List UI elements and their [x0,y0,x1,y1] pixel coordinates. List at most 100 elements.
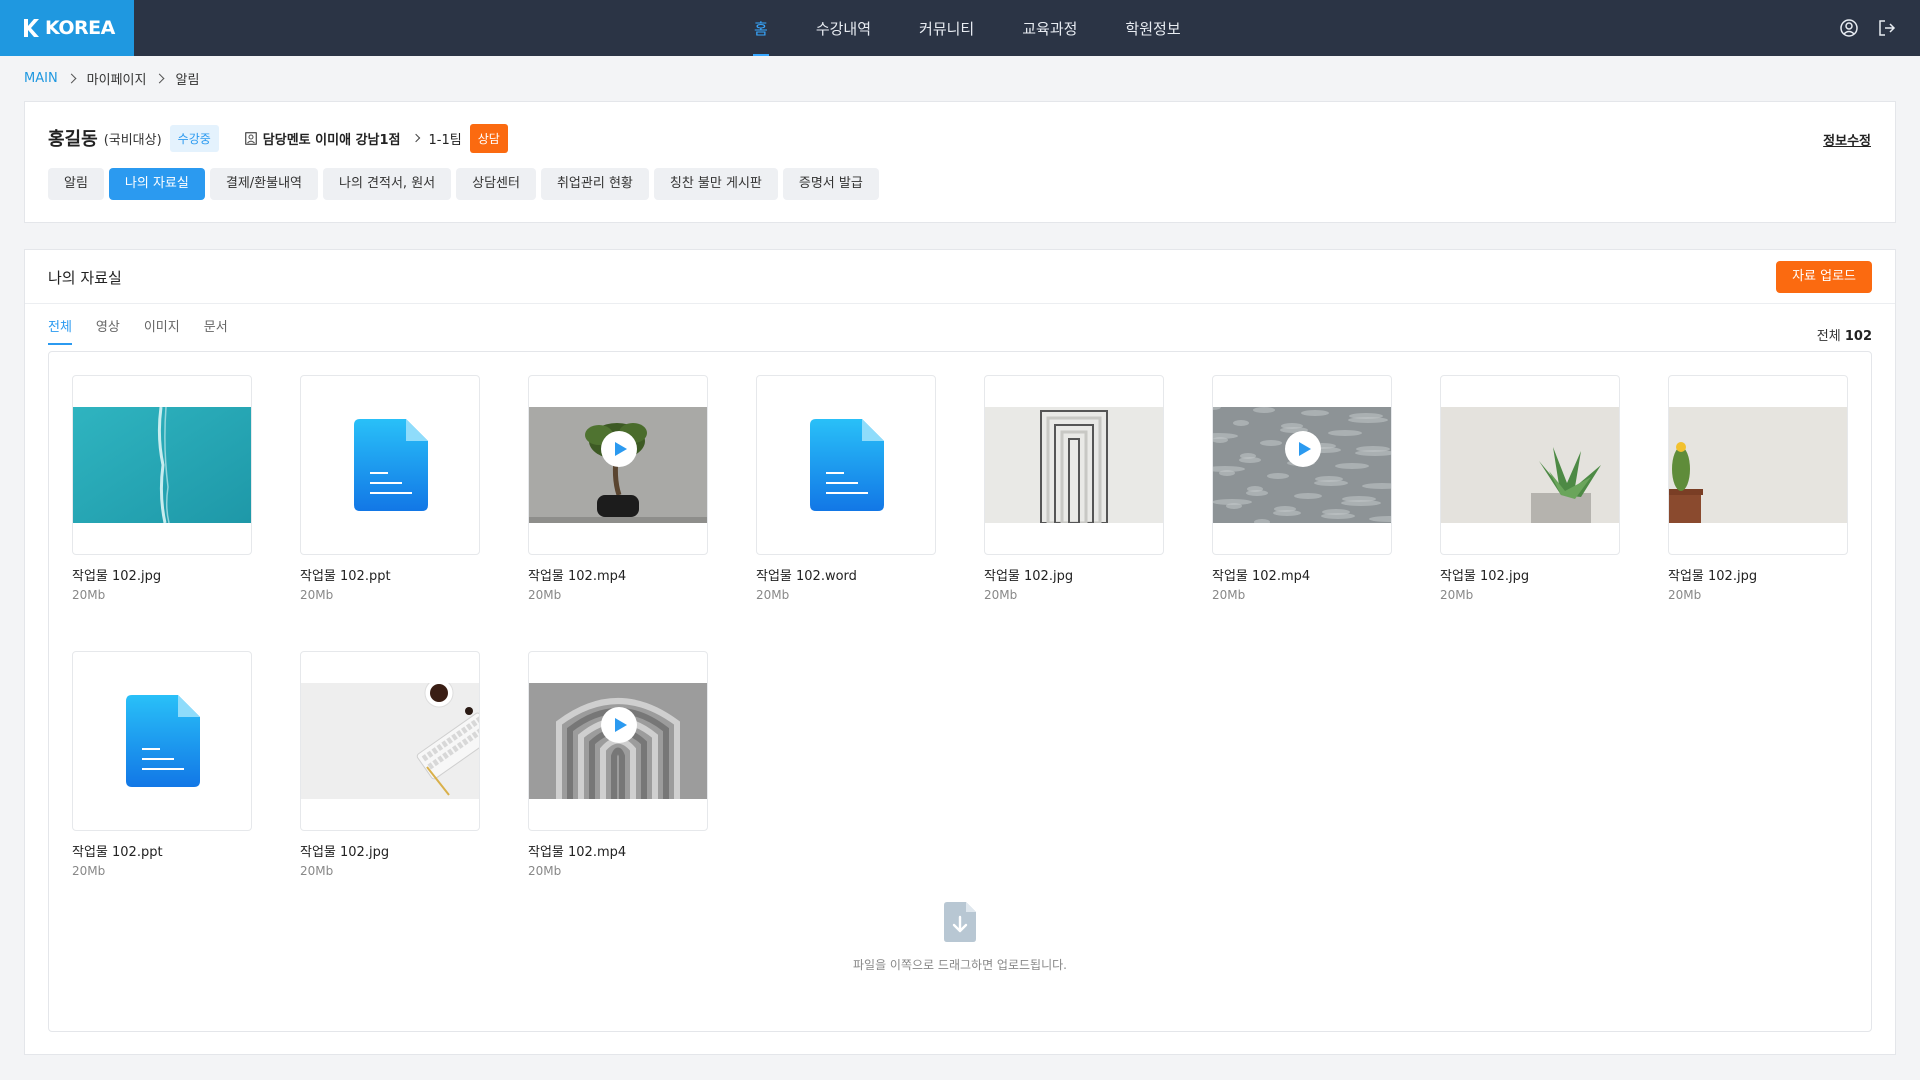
file-size: 20Mb [300,864,334,878]
file-size: 20Mb [528,588,562,602]
file-name: 작업물 102.jpg [984,569,1074,584]
user-info-row: 홍길동 (국비대상) 수강중 담당멘토 이미애 강남1점 1-1팀 상담 [48,123,508,153]
file-size: 20Mb [72,864,106,878]
breadcrumb-mypage[interactable]: 마이페이지 [87,69,147,88]
file-card[interactable]: 작업물 102.mp4 20Mb [1212,375,1392,602]
upload-button[interactable]: 자료 업로드 [1776,261,1872,293]
file-size: 20Mb [300,588,334,602]
file-card[interactable]: 작업물 102.jpg 20Mb [72,375,252,602]
file-name: 작업물 102.mp4 [1212,569,1311,584]
filter-tab[interactable]: 문서 [204,316,228,345]
mypage-tab[interactable]: 나의 자료실 [108,168,205,200]
chevron-right-icon [411,133,420,143]
file-name: 작업물 102.jpg [300,845,390,860]
file-thumbnail[interactable] [984,375,1164,555]
nav-item[interactable]: 홈 [730,0,792,56]
chevron-right-icon [66,73,77,83]
file-thumbnail[interactable] [300,651,480,831]
file-name: 작업물 102.ppt [300,569,391,584]
file-card[interactable]: 작업물 102.mp4 20Mb [528,375,708,602]
mypage-tab[interactable]: 결제/환불내역 [209,168,318,200]
mypage-tabs: 알림 나의 자료실 결제/환불내역 나의 견적서, 원서 상담센터 취업관리 현황 칭찬 불… [48,168,879,200]
filter-tab[interactable]: 영상 [96,316,120,345]
mentor-info: 담당멘토 이미애 강남1점 [262,132,401,148]
brand-name: KOREA [45,17,115,39]
play-icon[interactable] [1285,431,1321,467]
file-thumbnail[interactable] [72,375,252,555]
file-name: 작업물 102.jpg [72,569,162,584]
library-title: 나의 자료실 [48,269,122,287]
drop-zone[interactable]: 파일을 이쪽으로 드래그하면 업로드됩니다. [49,901,1871,973]
thumbnail-image [301,683,479,799]
file-size: 20Mb [72,588,106,602]
document-icon [126,695,200,787]
logout-icon[interactable] [1876,17,1898,39]
file-card[interactable]: 작업물 102.ppt 20Mb [300,375,480,602]
brand-logo[interactable]: KOREA [0,0,134,56]
file-thumbnail[interactable] [528,651,708,831]
main-menu: 홈 수강내역 커뮤니티 교육과정 학원정보 [730,0,1205,56]
thumbnail-image [1669,407,1847,523]
mypage-tab[interactable]: 칭찬 불만 게시판 [653,168,778,200]
play-icon[interactable] [601,707,637,743]
consult-badge[interactable]: 상담 [469,123,508,153]
file-name: 작업물 102.ppt [72,845,163,860]
team-label: 1-1팀 [428,132,462,148]
mentor-icon [244,131,257,145]
edit-profile-link[interactable]: 정보수정 [1823,130,1871,149]
nav-item[interactable]: 수강내역 [792,0,895,56]
file-grid[interactable]: 파일을 이쪽으로 드래그하면 업로드됩니다. 작업물 102.jpg 20Mb … [48,351,1872,1032]
breadcrumb-main[interactable]: MAIN [24,71,58,86]
play-icon[interactable] [601,431,637,467]
file-thumbnail[interactable] [528,375,708,555]
filter-tabs: 전체 영상 이미지 문서 [48,316,228,345]
brand-mark-icon [24,19,39,37]
file-card[interactable]: 작업물 102.jpg 20Mb [984,375,1164,602]
mypage-tab[interactable]: 취업관리 현황 [540,168,649,200]
mypage-tab[interactable]: 상담센터 [456,168,536,200]
status-badge: 수강중 [169,124,219,152]
filter-tab[interactable]: 전체 [48,316,72,345]
profile-card: 홍길동 (국비대상) 수강중 담당멘토 이미애 강남1점 1-1팀 상담 정보수… [24,101,1896,223]
file-card[interactable]: 작업물 102.ppt 20Mb [72,651,252,878]
file-thumbnail[interactable] [300,375,480,555]
file-size: 20Mb [528,864,562,878]
mypage-tab[interactable]: 증명서 발급 [782,168,879,200]
thumbnail-image [73,407,251,523]
file-thumbnail[interactable] [1440,375,1620,555]
file-thumbnail[interactable] [72,651,252,831]
file-size: 20Mb [984,588,1018,602]
library-header: 나의 자료실 자료 업로드 [25,250,1895,304]
file-name: 작업물 102.word [756,569,857,584]
file-card[interactable]: 작업물 102.jpg 20Mb [1668,375,1848,602]
file-card[interactable]: 작업물 102.jpg 20Mb [1440,375,1620,602]
file-name: 작업물 102.mp4 [528,845,627,860]
file-thumbnail[interactable] [1212,375,1392,555]
file-size: 20Mb [1668,588,1702,602]
mypage-tab[interactable]: 알림 [48,168,104,200]
total-number: 102 [1844,329,1872,344]
user-icon[interactable] [1838,17,1860,39]
nav-item[interactable]: 커뮤니티 [895,0,998,56]
file-thumbnail[interactable] [756,375,936,555]
file-name: 작업물 102.jpg [1440,569,1530,584]
file-card[interactable]: 작업물 102.word 20Mb [756,375,936,602]
file-size: 20Mb [756,588,790,602]
user-name: 홍길동 [48,129,98,150]
file-name: 작업물 102.mp4 [528,569,627,584]
file-name: 작업물 102.jpg [1668,569,1758,584]
drop-hint: 파일을 이쪽으로 드래그하면 업로드됩니다. [853,958,1067,972]
filter-tab[interactable]: 이미지 [144,316,180,345]
thumbnail-image [1441,407,1619,523]
file-size: 20Mb [1440,588,1474,602]
file-thumbnail[interactable] [1668,375,1848,555]
file-card[interactable]: 작업물 102.jpg 20Mb [300,651,480,878]
nav-item[interactable]: 학원정보 [1101,0,1204,56]
mypage-tab[interactable]: 나의 견적서, 원서 [323,168,452,200]
chevron-right-icon [155,73,165,83]
user-type: (국비대상) [103,132,162,148]
document-icon [810,419,884,511]
document-icon [354,419,428,511]
file-card[interactable]: 작업물 102.mp4 20Mb [528,651,708,878]
nav-item[interactable]: 교육과정 [998,0,1101,56]
